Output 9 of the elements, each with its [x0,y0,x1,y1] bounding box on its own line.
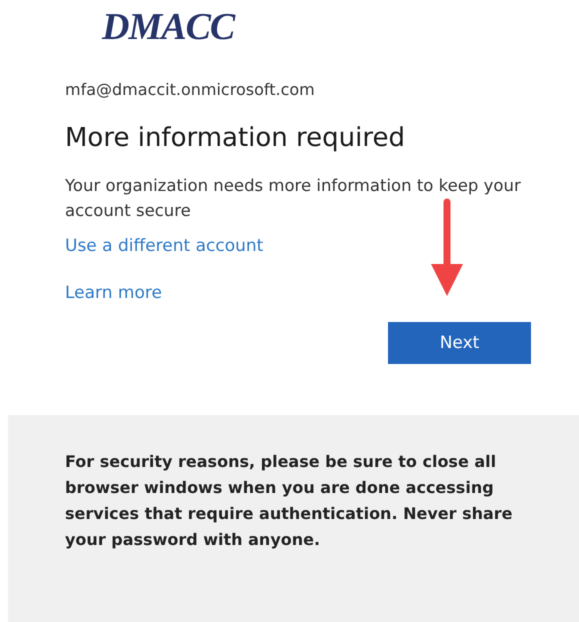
page-title: More information required [65,122,405,155]
security-notice: For security reasons, please be sure to close all browser windows when you are done accessing services that require authentication. Never share your password with anyone. [65,451,514,551]
link[interactable]: Use a different account [65,233,264,259]
link[interactable]: Learn more [65,280,162,306]
logo: DMACC [102,6,234,48]
next-button[interactable]: Next [388,322,531,364]
account-email: mfa@dmaccit.onmicrosoft.com [65,79,315,101]
description: Your organization needs more information to keep your account secure [65,175,522,222]
arrow-icon [429,198,465,298]
